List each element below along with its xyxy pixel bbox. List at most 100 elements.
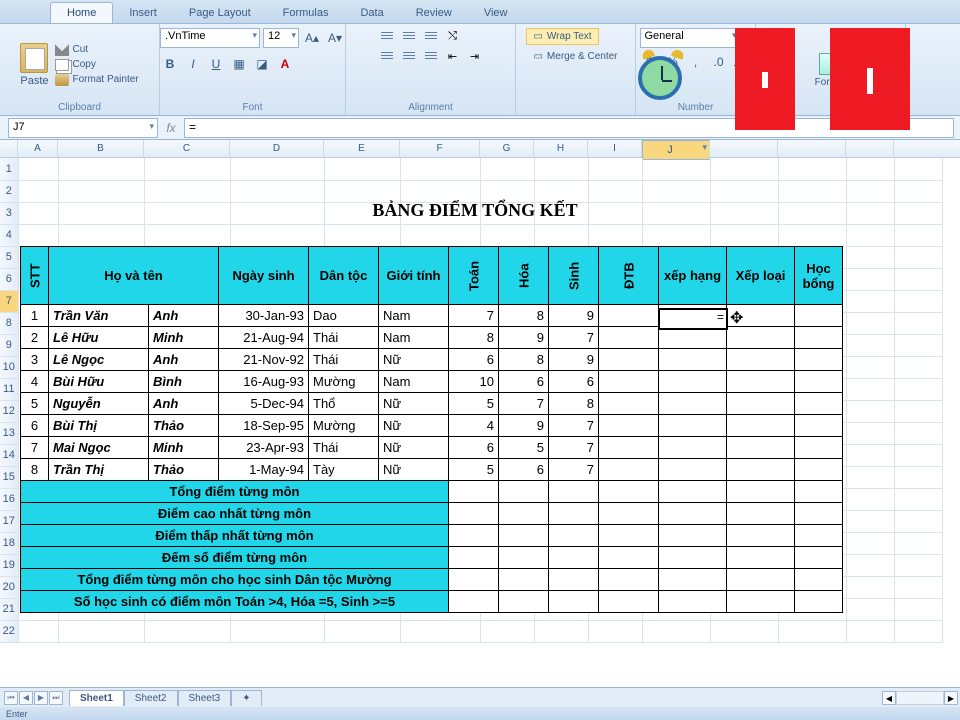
indent-decrease-button[interactable]: ⇤: [443, 48, 463, 64]
group-alignment-label: Alignment: [408, 101, 452, 113]
italic-button[interactable]: I: [183, 54, 203, 74]
sheet-new-button[interactable]: ✦: [231, 690, 261, 706]
increase-font-button[interactable]: A▴: [302, 28, 322, 48]
col-a[interactable]: A: [18, 140, 58, 157]
orientation-button[interactable]: ⤭: [443, 28, 463, 44]
col-j[interactable]: J: [642, 140, 710, 160]
scissors-icon: [55, 44, 69, 56]
horizontal-scrollbar[interactable]: ◀▶: [882, 689, 958, 707]
name-box[interactable]: J7: [8, 118, 158, 138]
select-all-corner[interactable]: [0, 140, 18, 157]
col-b[interactable]: B: [58, 140, 144, 157]
format-painter-button[interactable]: Format Painter: [55, 74, 139, 86]
overlay-red-1: [735, 28, 795, 130]
wrap-icon: ▭: [533, 31, 542, 42]
cut-button[interactable]: Cut: [55, 44, 139, 56]
increase-decimal-button[interactable]: .0: [709, 52, 729, 72]
col-c[interactable]: C: [144, 140, 230, 157]
col-d[interactable]: D: [230, 140, 324, 157]
col-m[interactable]: [846, 140, 894, 157]
hdr-hocbong: Học bổng: [795, 247, 843, 305]
copy-icon: [55, 59, 69, 71]
col-i[interactable]: I: [588, 140, 642, 157]
group-clipboard: Paste Cut Copy Format Painter Clipboard: [0, 24, 160, 115]
scroll-right-button[interactable]: ▶: [944, 691, 958, 705]
paste-icon: [20, 43, 48, 73]
col-f[interactable]: F: [400, 140, 480, 157]
bold-button[interactable]: B: [160, 54, 180, 74]
hdr-stt: STT: [21, 247, 49, 305]
group-alignment: ⤭ ⇤ ⇥ Alignment: [346, 24, 516, 115]
align-bottom-button[interactable]: [421, 28, 441, 44]
overlay-red-2: [830, 28, 910, 130]
tab-formulas[interactable]: Formulas: [267, 3, 345, 23]
alarm-clock-icon: [638, 56, 688, 112]
wrap-text-button[interactable]: ▭Wrap Text: [526, 28, 598, 45]
hdr-hoa: Hóa: [499, 247, 549, 305]
col-g[interactable]: G: [480, 140, 534, 157]
number-format-select[interactable]: General: [640, 28, 740, 48]
fx-icon[interactable]: fx: [158, 121, 184, 135]
sheet-tab-2[interactable]: Sheet2: [124, 690, 178, 706]
hdr-dtb: ĐTB: [599, 247, 659, 305]
font-name-select[interactable]: .VnTime: [160, 28, 260, 48]
sheet-tab-1[interactable]: Sheet1: [69, 690, 124, 706]
hdr-dantoc: Dân tộc: [309, 247, 379, 305]
hdr-gioitinh: Giới tính: [379, 247, 449, 305]
tab-view[interactable]: View: [468, 3, 524, 23]
page-title: BẢNG ĐIỂM TỔNG KẾT: [20, 200, 930, 221]
tab-review[interactable]: Review: [400, 3, 468, 23]
group-clipboard-label: Clipboard: [58, 101, 101, 113]
align-right-button[interactable]: [421, 48, 441, 64]
border-button[interactable]: ▦: [229, 54, 249, 74]
align-middle-button[interactable]: [399, 28, 419, 44]
paste-label: Paste: [20, 75, 48, 87]
cursor-icon: ✥: [730, 308, 743, 328]
sheet-first-button[interactable]: ⏮: [4, 691, 18, 705]
tab-page-layout[interactable]: Page Layout: [173, 3, 267, 23]
font-color-button[interactable]: A: [275, 54, 295, 74]
status-bar: Enter: [0, 707, 960, 720]
formula-bar: J7 fx =: [0, 116, 960, 140]
hdr-toan: Toán: [449, 247, 499, 305]
col-l[interactable]: [778, 140, 846, 157]
decrease-font-button[interactable]: A▾: [325, 28, 345, 48]
group-font-label: Font: [242, 101, 262, 113]
underline-button[interactable]: U: [206, 54, 226, 74]
merge-icon: ▭: [533, 51, 542, 62]
align-left-button[interactable]: [377, 48, 397, 64]
tab-home[interactable]: Home: [50, 2, 113, 23]
col-h[interactable]: H: [534, 140, 588, 157]
active-cell[interactable]: =: [658, 308, 728, 330]
hdr-sinh: Sinh: [549, 247, 599, 305]
sheet-last-button[interactable]: ⏭: [49, 691, 63, 705]
comma-button[interactable]: ,: [686, 52, 706, 72]
sheet-next-button[interactable]: ▶: [34, 691, 48, 705]
align-top-button[interactable]: [377, 28, 397, 44]
col-e[interactable]: E: [324, 140, 400, 157]
worksheet-grid[interactable]: A B C D E F G H I J 12345678910111213141…: [0, 140, 960, 688]
data-table: STT Họ và tên Ngày sinh Dân tộc Giới tín…: [20, 246, 843, 613]
column-headers: A B C D E F G H I J: [0, 140, 960, 158]
sheet-prev-button[interactable]: ◀: [19, 691, 33, 705]
col-k[interactable]: [710, 140, 778, 157]
paste-button[interactable]: Paste: [20, 43, 48, 87]
align-center-button[interactable]: [399, 48, 419, 64]
hdr-xephang: xếp hạng: [659, 247, 727, 305]
group-wrap: ▭Wrap Text ▭Merge & Center: [516, 24, 636, 115]
scroll-left-button[interactable]: ◀: [882, 691, 896, 705]
group-font: .VnTime 12 A▴ A▾ B I U ▦ ◪ A Font: [160, 24, 346, 115]
fill-color-button[interactable]: ◪: [252, 54, 272, 74]
copy-button[interactable]: Copy: [55, 59, 139, 71]
sheet-tabs: ⏮ ◀ ▶ ⏭ Sheet1 Sheet2 Sheet3 ✦: [0, 687, 960, 707]
font-size-select[interactable]: 12: [263, 28, 299, 48]
merge-center-button[interactable]: ▭Merge & Center: [526, 48, 624, 65]
hdr-xeploai: Xếp loại: [727, 247, 795, 305]
hdr-hoten: Họ và tên: [49, 247, 219, 305]
indent-increase-button[interactable]: ⇥: [465, 48, 485, 64]
sheet-tab-3[interactable]: Sheet3: [178, 690, 232, 706]
tab-data[interactable]: Data: [344, 3, 399, 23]
tab-insert[interactable]: Insert: [113, 3, 173, 23]
ribbon: Paste Cut Copy Format Painter Clipboard …: [0, 24, 960, 116]
ribbon-tabs: Home Insert Page Layout Formulas Data Re…: [0, 0, 960, 24]
